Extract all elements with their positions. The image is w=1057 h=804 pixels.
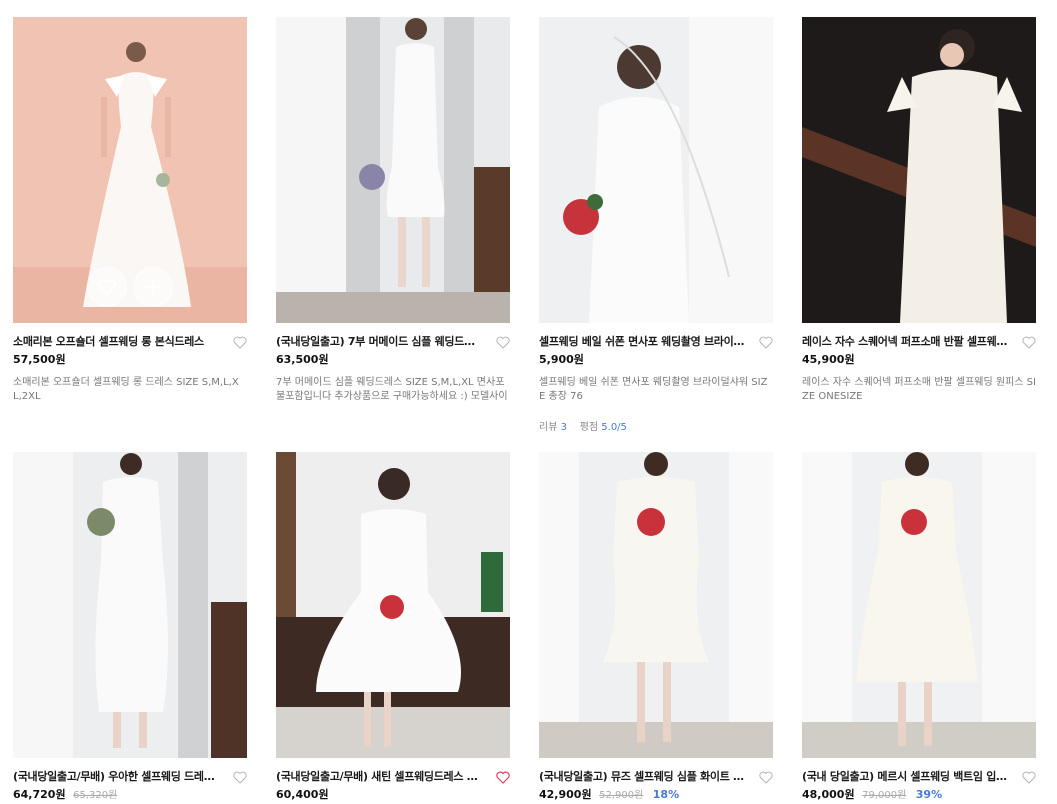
- rating-label: 평점: [579, 422, 599, 433]
- wishlist-hover-button[interactable]: [87, 267, 127, 307]
- product-image[interactable]: [802, 452, 1036, 758]
- product-title[interactable]: (국내당일출고/무배) 우아한 셀프웨딩 드레스 원피스: [13, 769, 221, 785]
- original-price: 52,900원: [599, 790, 644, 801]
- product-image[interactable]: [13, 452, 247, 758]
- product-card[interactable]: (국내당일출고) 뮤즈 셀프웨딩 심플 화이트 라인 드레스 42,900원 5…: [539, 452, 773, 804]
- original-price: 79,000원: [862, 790, 907, 801]
- heart-icon[interactable]: [496, 336, 510, 349]
- product-title[interactable]: 셀프웨딩 베일 쉬폰 면사포 웨딩촬영 브라이덜샤워: [539, 334, 747, 350]
- heart-icon-active[interactable]: [496, 771, 510, 784]
- heart-icon[interactable]: [759, 771, 773, 784]
- product-card[interactable]: (국내당일출고) 7부 머메이드 심플 웨딩드레스 셀프웨딩 63,500원 7…: [276, 17, 510, 404]
- plus-icon: [146, 280, 160, 294]
- product-card[interactable]: 레이스 자수 스퀘어넥 퍼프소매 반팔 셀프웨딩 드레스 45,900원 레이스…: [802, 17, 1036, 404]
- product-description: 소매리본 오프숄더 셀프웨딩 롱 드레스 SIZE S,M,L,XL,2XL: [13, 377, 239, 402]
- reviews-label: 리뷰: [539, 422, 558, 433]
- add-to-cart-hover-button[interactable]: [133, 267, 173, 307]
- product-grid: 소매리본 오프숄더 셀프웨딩 롱 본식드레스 57,500원 소매리본 오프숄더…: [0, 0, 1057, 803]
- product-description: 셀프웨딩 베일 쉬폰 면사포 웨딩촬영 브라이덜샤워 SIZE 총장 76: [539, 377, 768, 402]
- product-title[interactable]: (국내당일출고) 7부 머메이드 심플 웨딩드레스 셀프웨딩: [276, 334, 484, 350]
- rating-value: 5.0/5: [601, 422, 627, 433]
- product-price: 5,900원: [539, 353, 584, 366]
- discount-badge: 18%: [652, 788, 680, 801]
- product-price: 48,000원: [802, 788, 855, 801]
- product-title[interactable]: (국내 당일출고) 메르시 셀프웨딩 백트임 입술 드레스: [802, 769, 1010, 785]
- heart-icon[interactable]: [759, 336, 773, 349]
- product-title[interactable]: (국내당일출고/무배) 새틴 셀프웨딩드레스 심플: [276, 769, 484, 785]
- product-card[interactable]: (국내당일출고/무배) 우아한 셀프웨딩 드레스 원피스 64,720원 65,…: [13, 452, 247, 804]
- product-price: 60,400원: [276, 788, 329, 801]
- product-image[interactable]: [802, 17, 1036, 323]
- product-image[interactable]: [539, 452, 773, 758]
- product-card[interactable]: (국내 당일출고) 메르시 셀프웨딩 백트임 입술 드레스 48,000원 79…: [802, 452, 1036, 804]
- review-summary: 리뷰 3 평점 5.0/5: [539, 418, 773, 433]
- product-price: 63,500원: [276, 353, 329, 366]
- product-description: 7부 머메이드 심플 웨딩드레스 SIZE S,M,L,XL 면사포 불포함입니…: [276, 377, 508, 402]
- product-card[interactable]: 소매리본 오프숄더 셀프웨딩 롱 본식드레스 57,500원 소매리본 오프숄더…: [13, 17, 247, 404]
- heart-icon[interactable]: [233, 771, 247, 784]
- heart-icon[interactable]: [233, 336, 247, 349]
- product-price: 64,720원: [13, 788, 66, 801]
- product-price: 57,500원: [13, 353, 66, 366]
- product-card[interactable]: 셀프웨딩 베일 쉬폰 면사포 웨딩촬영 브라이덜샤워 5,900원 셀프웨딩 베…: [539, 17, 773, 433]
- discount-badge: 39%: [915, 788, 943, 801]
- heart-icon: [98, 279, 116, 295]
- product-description: 레이스 자수 스퀘어넥 퍼프소매 반팔 셀프웨딩 원피스 SIZE ONESIZ…: [802, 377, 1036, 402]
- product-image[interactable]: [539, 17, 773, 323]
- product-title[interactable]: 레이스 자수 스퀘어넥 퍼프소매 반팔 셀프웨딩 드레스: [802, 334, 1010, 350]
- product-price: 45,900원: [802, 353, 855, 366]
- heart-icon[interactable]: [1022, 336, 1036, 349]
- product-card[interactable]: (국내당일출고/무배) 새틴 셀프웨딩드레스 심플 60,400원: [276, 452, 510, 803]
- product-title[interactable]: (국내당일출고) 뮤즈 셀프웨딩 심플 화이트 라인 드레스: [539, 769, 747, 785]
- original-price: 65,320원: [73, 790, 118, 801]
- product-title[interactable]: 소매리본 오프숄더 셀프웨딩 롱 본식드레스: [13, 334, 221, 350]
- heart-icon[interactable]: [1022, 771, 1036, 784]
- product-image[interactable]: [276, 452, 510, 758]
- reviews-count: 3: [560, 422, 567, 433]
- product-image[interactable]: [276, 17, 510, 323]
- product-price: 42,900원: [539, 788, 592, 801]
- product-image[interactable]: [13, 17, 247, 323]
